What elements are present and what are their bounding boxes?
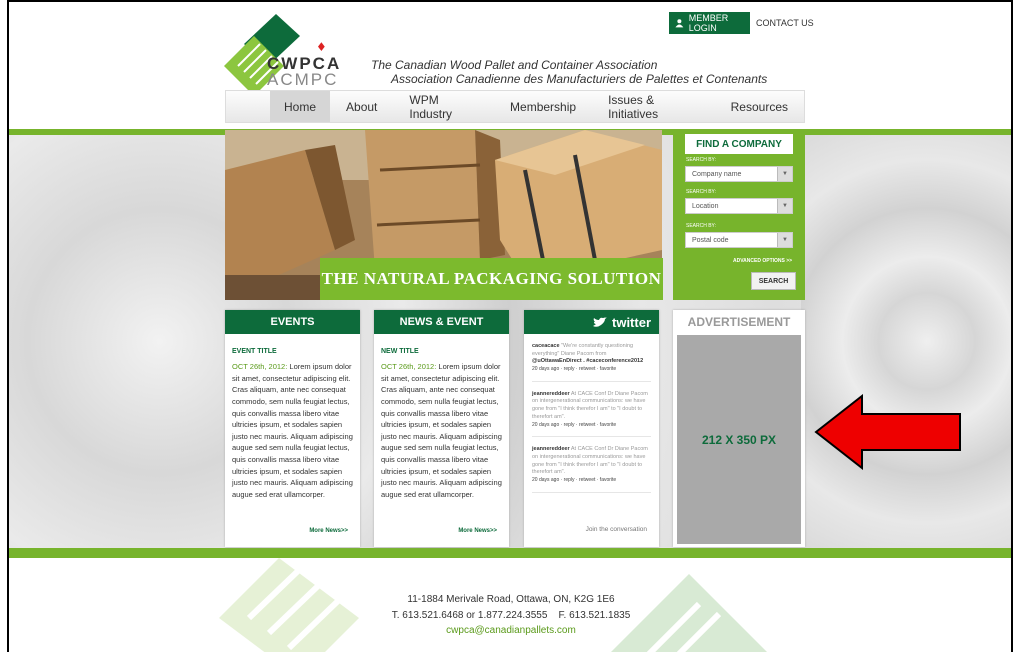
member-login-label: MEMBER LOGIN: [688, 13, 729, 33]
location-select[interactable]: Location ▼: [685, 198, 793, 214]
company-name-select[interactable]: Company name ▼: [685, 166, 793, 182]
contact-us-link[interactable]: CONTACT US: [756, 18, 814, 28]
tweet-user[interactable]: jeannereddeer: [532, 391, 570, 397]
location-value: Location: [692, 202, 719, 210]
postal-code-value: Postal code: [692, 236, 729, 244]
event-body: Lorem ipsum dolor sit amet, consectetur …: [232, 362, 353, 499]
red-arrow-icon: [814, 394, 961, 470]
postal-code-select[interactable]: Postal code ▼: [685, 232, 793, 248]
more-news-link[interactable]: More News>>: [458, 528, 497, 534]
events-title: EVENTS: [225, 310, 360, 334]
twitter-bird-icon: [593, 316, 607, 327]
user-icon: [675, 19, 684, 28]
news-text: OCT 26th, 2012: Lorem ipsum dolor sit am…: [381, 361, 503, 501]
news-body: Lorem ipsum dolor sit amet, consectetur …: [381, 362, 502, 499]
tweet-link[interactable]: @uOttawaEnDirect . #caceconference2012: [532, 358, 643, 364]
nav-home[interactable]: Home: [270, 91, 331, 122]
event-date: OCT 26th, 2012:: [232, 362, 288, 371]
search-by-label: SEARCH BY:: [686, 223, 717, 229]
chevron-down-icon: ▼: [777, 167, 792, 181]
search-button[interactable]: SEARCH: [751, 272, 796, 290]
ad-placeholder[interactable]: 212 X 350 PX: [677, 335, 801, 544]
tagline-en: The Canadian Wood Pallet and Container A…: [371, 58, 658, 72]
footer-address: 11-1884 Merivale Road, Ottawa, ON, K2G 1…: [407, 594, 615, 605]
search-by-label: SEARCH BY:: [686, 189, 717, 195]
tweet-item: jeannereddeer At CACE Conf Dr Diane Paco…: [532, 437, 651, 493]
wood-texture-bg: [801, 135, 1011, 548]
search-by-label: SEARCH BY:: [686, 157, 717, 163]
footer-contact: 11-1884 Merivale Road, Ottawa, ON, K2G 1…: [9, 592, 1011, 639]
chevron-down-icon: ▼: [777, 233, 792, 247]
news-item-title[interactable]: NEW TITLE: [381, 348, 509, 355]
main-nav: Home About WPM Industry Membership Issue…: [225, 90, 805, 123]
event-title[interactable]: EVENT TITLE: [232, 348, 360, 355]
advertisement-box: ADVERTISEMENT 212 X 350 PX: [673, 310, 805, 547]
tweet-item: jeannereddeer At CACE Conf Dr Diane Paco…: [532, 382, 651, 438]
ad-size-label: 212 X 350 PX: [701, 432, 777, 447]
tagline-fr: Association Canadienne des Manufacturier…: [391, 72, 768, 86]
twitter-box: twitter caceacace "We're constantly ques…: [524, 310, 659, 547]
find-company-panel: FIND A COMPANY SEARCH BY: Company name ▼…: [673, 130, 805, 300]
nav-about[interactable]: About: [330, 91, 393, 122]
news-box: NEWS & EVENT NEW TITLE OCT 26th, 2012: L…: [374, 310, 509, 547]
advanced-options-link[interactable]: ADVANCED OPTIONS >>: [733, 258, 792, 264]
footer-email-link[interactable]: cwpca@canadianpallets.com: [9, 623, 1011, 639]
hero-banner: THE NATURAL PACKAGING SOLUTION: [320, 258, 663, 300]
twitter-title: twitter: [612, 314, 651, 330]
advertisement-title: ADVERTISEMENT: [687, 315, 791, 329]
tweet-user[interactable]: caceacace: [532, 343, 560, 349]
tweet-item: caceacace "We're constantly questioning …: [532, 334, 651, 382]
nav-issues-initiatives[interactable]: Issues & Initiatives: [592, 91, 715, 122]
chevron-down-icon: ▼: [777, 199, 792, 213]
join-conversation-link[interactable]: Join the conversation: [586, 526, 647, 533]
nav-membership[interactable]: Membership: [494, 91, 592, 122]
tweet-user[interactable]: jeannereddeer: [532, 446, 570, 452]
tweet-meta[interactable]: 20 days ago · reply · retweet · favorite: [532, 477, 616, 483]
member-login-button[interactable]: MEMBER LOGIN: [669, 12, 750, 34]
nav-resources[interactable]: Resources: [715, 91, 804, 122]
brand-name-fr: ACMPC: [267, 70, 339, 89]
nav-wpm-industry[interactable]: WPM Industry: [393, 91, 494, 122]
footer-phone: T. 613.521.6468 or 1.877.224.3555 F. 613…: [391, 609, 631, 621]
company-name-value: Company name: [692, 170, 742, 178]
news-date: OCT 26th, 2012:: [381, 362, 437, 371]
more-news-link[interactable]: More News>>: [309, 528, 348, 534]
twitter-header: twitter: [524, 310, 659, 334]
events-box: EVENTS EVENT TITLE OCT 26th, 2012: Lorem…: [225, 310, 360, 547]
tweet-meta[interactable]: 20 days ago · reply · retweet · favorite: [532, 366, 616, 372]
tweet-meta[interactable]: 20 days ago · reply · retweet · favorite: [532, 422, 616, 428]
maple-leaf-icon: ♦: [316, 40, 327, 54]
page-frame: ♦ CWPCA ACMPC The Canadian Wood Pallet a…: [7, 0, 1013, 652]
event-text: OCT 26th, 2012: Lorem ipsum dolor sit am…: [232, 361, 354, 501]
find-company-title: FIND A COMPANY: [685, 134, 793, 154]
news-title: NEWS & EVENT: [374, 310, 509, 334]
